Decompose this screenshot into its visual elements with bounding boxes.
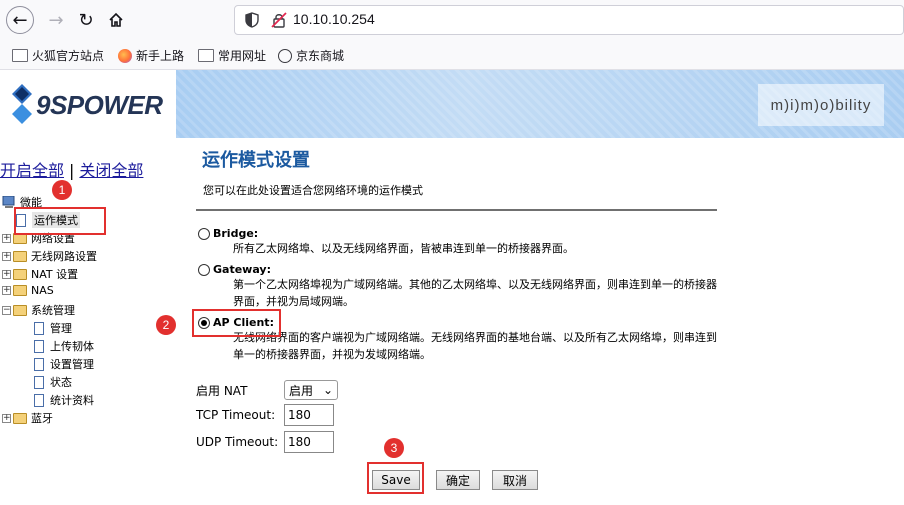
- sidebar-item-system-management[interactable]: − 系统管理: [2, 302, 75, 318]
- home-icon[interactable]: [102, 6, 130, 34]
- back-arrow-icon[interactable]: ←: [6, 6, 34, 34]
- firefox-icon: [118, 48, 132, 63]
- sidebar-item-label: 系统管理: [31, 304, 75, 317]
- folder-icon: [13, 412, 27, 424]
- folder-icon: [12, 49, 28, 62]
- sidebar-item-label: 上传韧体: [50, 340, 94, 353]
- option-description: 无线网络界面的客户端视为广域网络端。无线网络界面的基地台端、以及所有乙太网络埠，…: [233, 331, 717, 361]
- udp-timeout-row: UDP Timeout: 180: [196, 431, 334, 453]
- bookmark-label: 新手上路: [136, 49, 185, 63]
- nat-select-value: 启用: [289, 383, 314, 398]
- bookmark-label: 常用网址: [218, 49, 267, 63]
- divider: [196, 209, 717, 211]
- gateway-radio[interactable]: [198, 263, 210, 276]
- option-label: Gateway:: [213, 263, 271, 276]
- collapse-icon[interactable]: −: [2, 305, 11, 315]
- annotation-badge-2: 2: [156, 315, 176, 335]
- annotation-box-2: [192, 309, 281, 337]
- expand-icon[interactable]: +: [2, 413, 11, 423]
- folder-icon: [198, 49, 214, 62]
- folder-icon: [13, 250, 27, 262]
- expand-icon[interactable]: +: [2, 233, 11, 243]
- annotation-box-1: [14, 207, 106, 235]
- close-all-link[interactable]: 关闭全部: [79, 161, 143, 180]
- shield-icon[interactable]: [245, 12, 259, 28]
- browser-toolbar: ← → ↻ 10.10.10.254: [0, 0, 904, 40]
- option-bridge: Bridge: 所有乙太网络埠、以及无线网络界面，皆被串连到单一的桥接器界面。: [198, 227, 723, 257]
- sidebar-item-label: NAS: [31, 284, 54, 297]
- tcp-timeout-input[interactable]: 180: [284, 404, 334, 426]
- document-icon: [34, 375, 44, 389]
- sidebar-item-wireless-settings[interactable]: + 无线网路设置: [2, 248, 97, 264]
- tree-controls-separator: |: [69, 161, 75, 180]
- 9spower-logo: 9SPOWER: [12, 84, 164, 124]
- insecure-connection-icon[interactable]: [271, 12, 287, 28]
- tree-controls: 开启全部 | 关闭全部: [0, 157, 143, 181]
- mimobility-logo: m)i)m)o)bility: [758, 84, 884, 126]
- udp-timeout-input[interactable]: 180: [284, 431, 334, 453]
- expand-icon[interactable]: +: [2, 251, 11, 261]
- address-bar[interactable]: 10.10.10.254: [234, 5, 904, 35]
- option-label: Bridge:: [213, 227, 259, 240]
- sidebar-item-label: 管理: [50, 322, 72, 335]
- reload-icon[interactable]: ↻: [72, 6, 100, 34]
- folder-icon: [13, 268, 27, 280]
- cancel-button[interactable]: 取消: [492, 470, 538, 490]
- tcp-timeout-row: TCP Timeout: 180: [196, 404, 334, 426]
- sidebar-item-label: 状态: [50, 376, 72, 389]
- nat-select[interactable]: 启用 ⌄: [284, 380, 338, 400]
- page-title: 运作模式设置: [202, 150, 310, 171]
- open-all-link[interactable]: 开启全部: [0, 161, 64, 180]
- bookmark-firefox-site[interactable]: 火狐官方站点: [12, 47, 104, 64]
- bridge-radio[interactable]: [198, 227, 210, 240]
- sidebar-item-bluetooth[interactable]: + 蓝牙: [2, 410, 53, 426]
- document-icon: [34, 339, 44, 353]
- bookmarks-bar: 火狐官方站点 新手上路 常用网址 京东商城: [0, 40, 904, 70]
- page-description: 您可以在此处设置适合您网络环境的运作模式: [203, 184, 423, 197]
- sidebar-item-status[interactable]: 状态: [34, 374, 72, 390]
- router-admin-page: 9SPOWER m)i)m)o)bility 开启全部 | 关闭全部 微能 运作模式…: [0, 70, 904, 505]
- option-description: 所有乙太网络埠、以及无线网络界面，皆被串连到单一的桥接器界面。: [233, 242, 574, 255]
- annotation-badge-3: 3: [384, 438, 404, 458]
- confirm-button[interactable]: 确定: [436, 470, 480, 490]
- sidebar-item-label: 蓝牙: [31, 412, 53, 425]
- bookmark-common-sites[interactable]: 常用网址: [198, 47, 266, 64]
- sidebar-item-label: 无线网路设置: [31, 250, 97, 263]
- chevron-down-icon: ⌄: [322, 383, 333, 397]
- udp-timeout-label: UDP Timeout:: [196, 435, 279, 449]
- bookmark-getting-started[interactable]: 新手上路: [118, 47, 184, 64]
- forward-arrow-icon[interactable]: →: [42, 6, 70, 34]
- sidebar-item-nas[interactable]: + NAS: [2, 284, 54, 297]
- sidebar-item-label: 设置管理: [50, 358, 94, 371]
- sidebar-item-label: NAT 设置: [31, 268, 79, 281]
- header-banner: m)i)m)o)bility: [176, 70, 904, 138]
- bookmark-label: 京东商城: [296, 49, 345, 63]
- bookmark-label: 火狐官方站点: [32, 49, 105, 63]
- document-icon: [34, 321, 44, 335]
- sidebar-item-settings-management[interactable]: 设置管理: [34, 356, 94, 372]
- expand-icon[interactable]: +: [2, 286, 11, 295]
- option-gateway: Gateway: 第一个乙太网络埠视为广域网络端。其他的乙太网络埠、以及无线网络…: [198, 263, 723, 310]
- nat-label: 启用 NAT: [196, 383, 248, 398]
- open-folder-icon: [13, 304, 27, 316]
- document-icon: [34, 357, 44, 371]
- nat-row: 启用 NAT 启用 ⌄: [196, 380, 338, 400]
- sidebar-item-label: 统计资料: [50, 394, 94, 407]
- folder-icon: [13, 285, 27, 296]
- sidebar-item-upload-firmware[interactable]: 上传韧体: [34, 338, 94, 354]
- svg-text:9SPOWER: 9SPOWER: [36, 90, 163, 120]
- annotation-badge-1: 1: [52, 180, 72, 200]
- tcp-timeout-label: TCP Timeout:: [196, 408, 276, 422]
- url-text: 10.10.10.254: [293, 11, 375, 27]
- expand-icon[interactable]: +: [2, 269, 11, 279]
- sidebar-item-management[interactable]: 管理: [34, 320, 72, 336]
- annotation-box-3: [367, 462, 424, 494]
- sidebar-item-statistics[interactable]: 统计资料: [34, 392, 94, 408]
- sidebar-item-nat-settings[interactable]: + NAT 设置: [2, 266, 78, 282]
- globe-icon: [278, 48, 292, 63]
- document-icon: [34, 393, 44, 407]
- bookmark-jd[interactable]: 京东商城: [278, 47, 344, 64]
- option-description: 第一个乙太网络埠视为广域网络端。其他的乙太网络埠、以及无线网络界面，则串连到单一…: [233, 278, 717, 308]
